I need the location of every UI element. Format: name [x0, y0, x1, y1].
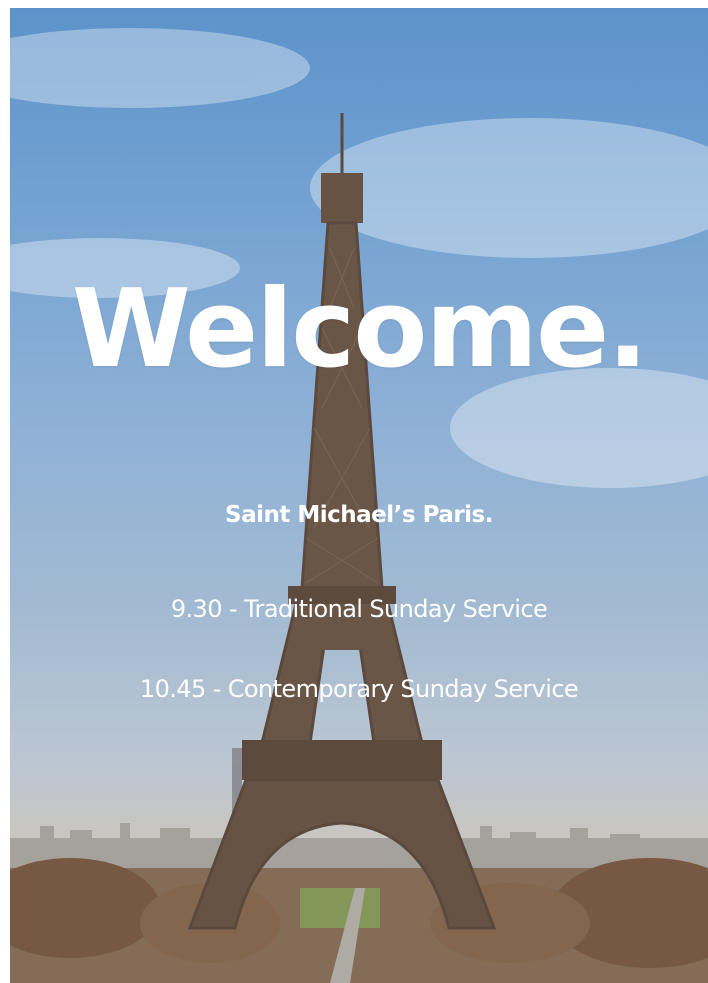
image-overlay	[10, 8, 708, 983]
hero-section: Welcome. Saint Michael’s Paris. 9.30 - T…	[10, 8, 708, 983]
welcome-heading: Welcome.	[71, 267, 649, 392]
church-name: Saint Michael’s Paris.	[225, 502, 493, 528]
service-time-contemporary: 10.45 - Contemporary Sunday Service	[139, 675, 579, 703]
service-time-traditional: 9.30 - Traditional Sunday Service	[170, 595, 548, 623]
